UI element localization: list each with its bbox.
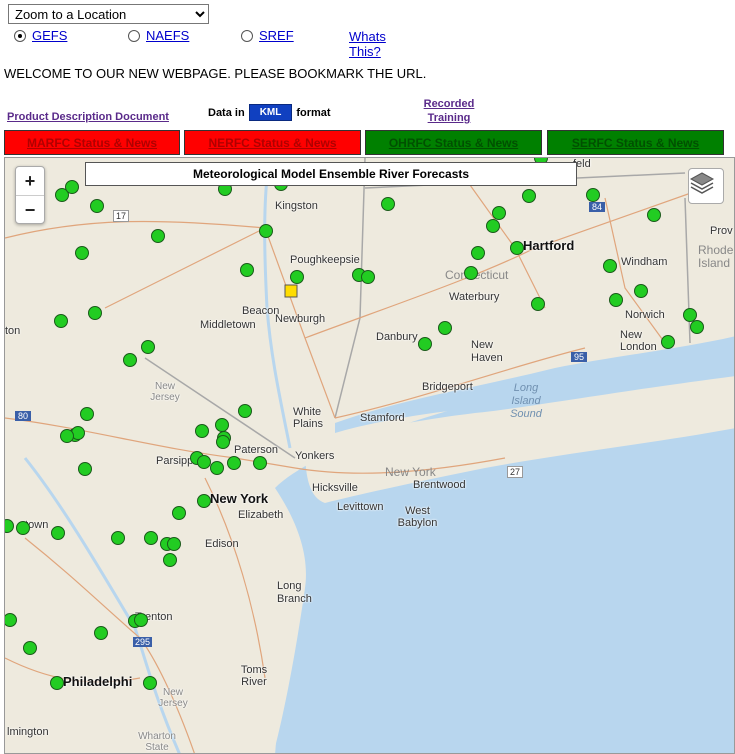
gauge-marker[interactable] [603, 259, 617, 273]
gauge-marker[interactable] [94, 626, 108, 640]
gauge-marker[interactable] [531, 297, 545, 311]
gauge-marker[interactable] [683, 308, 697, 322]
gauge-marker[interactable] [80, 407, 94, 421]
gauge-marker[interactable] [134, 613, 148, 627]
gauge-marker[interactable] [78, 462, 92, 476]
gauge-marker[interactable] [647, 208, 661, 222]
nerfc-status-label: NERFC Status & News [208, 135, 337, 150]
zoom-control: + − [15, 166, 45, 224]
gefs-link[interactable]: GEFS [32, 28, 67, 43]
naefs-link[interactable]: NAEFS [146, 28, 189, 43]
gauge-marker-alert[interactable] [284, 284, 298, 298]
recorded-training-line2: Training [427, 112, 471, 124]
gauge-marker[interactable] [60, 429, 74, 443]
gauge-marker[interactable] [16, 521, 30, 535]
gauge-marker[interactable] [259, 224, 273, 238]
marfc-status-button[interactable]: MARFC Status & News [4, 130, 180, 155]
layers-icon [689, 172, 715, 194]
nerfc-status-button[interactable]: NERFC Status & News [184, 130, 361, 155]
gauge-marker[interactable] [522, 189, 536, 203]
gauge-marker[interactable] [197, 455, 211, 469]
radio-sref-dot[interactable] [241, 29, 253, 42]
gauge-marker[interactable] [471, 246, 485, 260]
gauge-marker[interactable] [167, 537, 181, 551]
gauge-marker[interactable] [172, 506, 186, 520]
gauge-markers [5, 158, 704, 690]
gauge-marker[interactable] [216, 435, 230, 449]
gauge-marker[interactable] [690, 320, 704, 334]
gauge-marker[interactable] [65, 180, 79, 194]
radio-naefs-dot[interactable] [128, 29, 140, 42]
ohrfc-status-label: OHRFC Status & News [388, 135, 519, 150]
gauge-marker[interactable] [210, 461, 224, 475]
gauge-marker[interactable] [5, 519, 14, 533]
gauge-marker[interactable] [88, 306, 102, 320]
map-title: Meteorological Model Ensemble River Fore… [85, 162, 577, 186]
welcome-message: WELCOME TO OUR NEW WEBPAGE. PLEASE BOOKM… [4, 66, 427, 81]
gauge-marker[interactable] [240, 263, 254, 277]
gauge-marker[interactable] [661, 335, 675, 349]
gauge-marker[interactable] [54, 314, 68, 328]
gauge-marker[interactable] [486, 219, 500, 233]
zoom-to-location-select[interactable]: Zoom to a Location [8, 4, 209, 24]
gauge-marker[interactable] [238, 404, 252, 418]
gauge-marker[interactable] [634, 284, 648, 298]
gauge-marker[interactable] [143, 676, 157, 690]
radio-naefs[interactable]: NAEFS [128, 28, 189, 43]
whats-this-link[interactable]: Whats This? [349, 29, 386, 59]
gauge-marker[interactable] [50, 676, 64, 690]
zoom-out-button[interactable]: − [16, 195, 44, 224]
gauge-marker[interactable] [111, 531, 125, 545]
gauge-marker[interactable] [609, 293, 623, 307]
gauge-marker[interactable] [361, 270, 375, 284]
gauge-marker[interactable] [151, 229, 165, 243]
ohrfc-status-button[interactable]: OHRFC Status & News [365, 130, 542, 155]
gauge-marker[interactable] [253, 456, 267, 470]
gauge-marker[interactable] [141, 340, 155, 354]
sref-link[interactable]: SREF [259, 28, 294, 43]
gauge-marker[interactable] [197, 494, 211, 508]
gauge-marker[interactable] [51, 526, 65, 540]
kml-button[interactable]: KML [248, 104, 293, 121]
marfc-status-label: MARFC Status & News [26, 135, 157, 150]
gauge-marker[interactable] [227, 456, 241, 470]
gauge-marker[interactable] [23, 641, 37, 655]
gauge-marker[interactable] [492, 206, 506, 220]
kml-data-row: Data in KML format [208, 104, 331, 121]
gauge-marker[interactable] [90, 199, 104, 213]
recorded-training-link[interactable]: Recorded Training [418, 97, 480, 125]
serfc-status-button[interactable]: SERFC Status & News [547, 130, 724, 155]
gauge-marker[interactable] [464, 266, 478, 280]
gauge-marker[interactable] [163, 553, 177, 567]
layers-button[interactable] [688, 168, 724, 204]
gauge-marker[interactable] [144, 531, 158, 545]
gauge-marker[interactable] [438, 321, 452, 335]
gauge-marker[interactable] [290, 270, 304, 284]
gauge-marker[interactable] [215, 418, 229, 432]
radio-gefs-dot[interactable] [14, 29, 26, 42]
radio-sref[interactable]: SREF [241, 28, 294, 43]
zoom-in-button[interactable]: + [16, 167, 44, 195]
gauge-marker[interactable] [510, 241, 524, 255]
gauge-marker[interactable] [586, 188, 600, 202]
radio-gefs[interactable]: GEFS [14, 28, 67, 43]
kml-prefix: Data in [208, 106, 245, 119]
kml-suffix: format [296, 106, 331, 119]
gauge-marker[interactable] [5, 613, 17, 627]
gauge-marker[interactable] [123, 353, 137, 367]
forecast-map[interactable]: Kingston Poughkeepsie Hartford Connectic… [4, 157, 735, 754]
gauge-marker[interactable] [195, 424, 209, 438]
gauge-marker[interactable] [75, 246, 89, 260]
gauge-marker[interactable] [418, 337, 432, 351]
product-description-link[interactable]: Product Description Document [7, 111, 169, 123]
serfc-status-label: SERFC Status & News [571, 135, 700, 150]
gauge-marker[interactable] [381, 197, 395, 211]
recorded-training-line1: Recorded [423, 98, 475, 110]
